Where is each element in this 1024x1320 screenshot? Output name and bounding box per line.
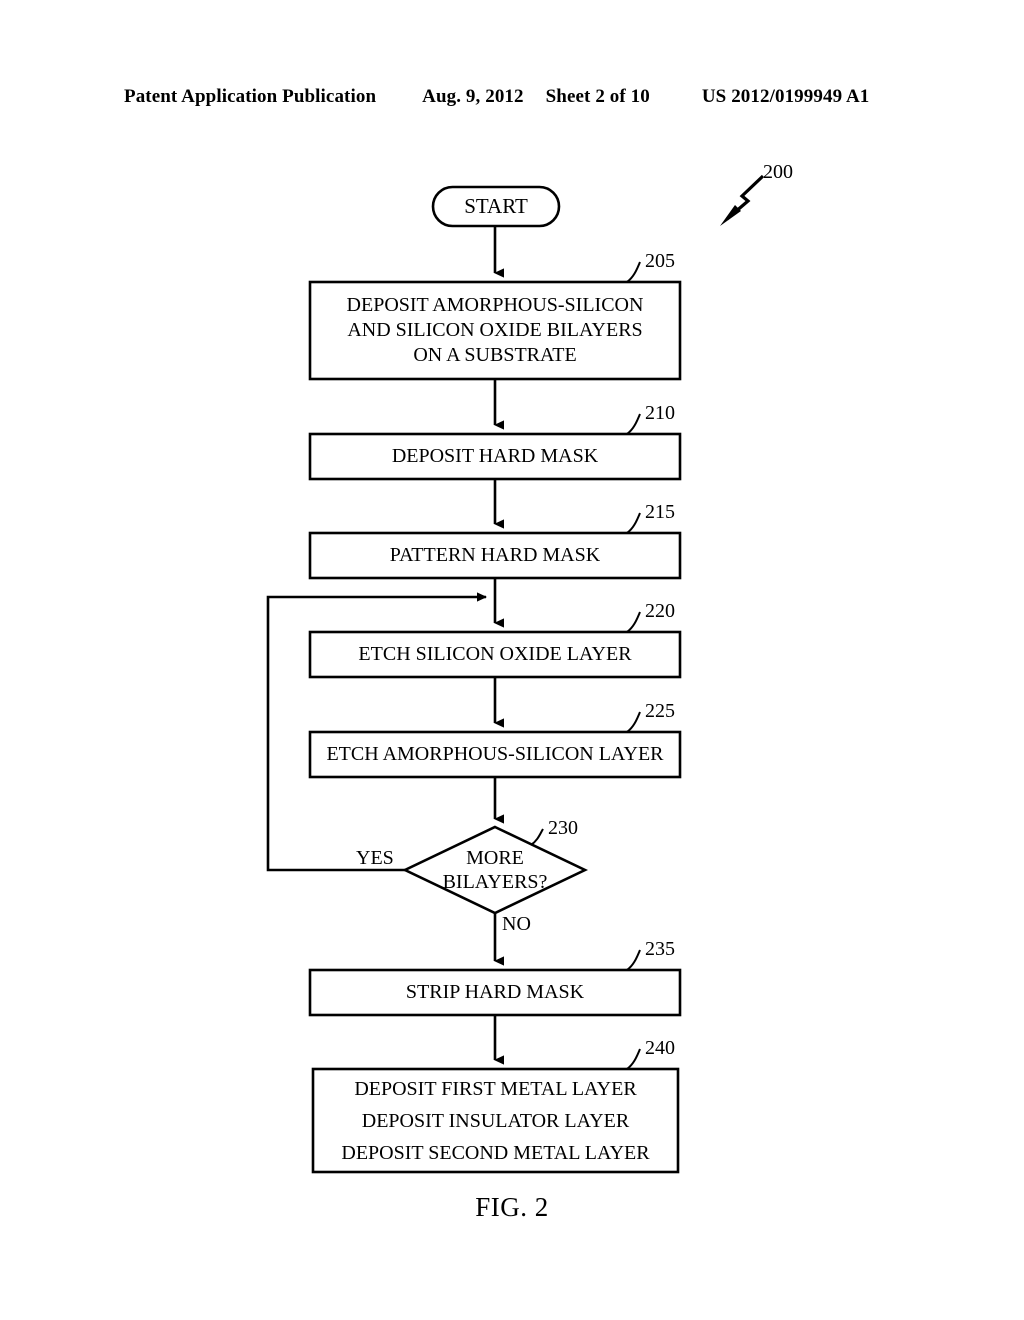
ref-number-235: 235 — [645, 938, 675, 960]
node-shape-215 — [308, 531, 682, 580]
ref-number-215: 215 — [645, 501, 675, 523]
node-shape-235 — [308, 968, 682, 1017]
node-shape-205 — [308, 280, 682, 381]
leader-line-220 — [626, 611, 641, 633]
leader-line-215 — [626, 512, 641, 534]
flowchart-figure: START DEPOSIT AMORPHOUS-SILICON AND SILI… — [0, 0, 1024, 1320]
figure-caption: FIG. 2 — [475, 1192, 549, 1222]
diagram-ref-arrowhead-icon — [720, 205, 741, 226]
node-shape-220 — [308, 630, 682, 679]
leader-line-210 — [626, 413, 641, 435]
flowchart-svg — [266, 174, 765, 1174]
branch-label-yes: YES — [356, 847, 394, 869]
ref-number-210: 210 — [645, 402, 675, 424]
leader-line-240 — [626, 1048, 641, 1070]
node-shape-240 — [311, 1067, 680, 1174]
leader-line-225 — [626, 711, 641, 733]
node-shape-210 — [308, 432, 682, 481]
leader-line-205 — [626, 261, 641, 283]
ref-number-220: 220 — [645, 600, 675, 622]
leader-line-235 — [626, 949, 641, 971]
ref-number-230: 230 — [548, 817, 578, 839]
branch-label-no: NO — [502, 913, 531, 935]
start-node-shape — [431, 185, 561, 228]
ref-number-225: 225 — [645, 700, 675, 722]
ref-number-240: 240 — [645, 1037, 675, 1059]
leader-line-230 — [530, 828, 544, 846]
diagram-ref-number: 200 — [763, 161, 793, 183]
node-shape-225 — [308, 730, 682, 779]
ref-number-205: 205 — [645, 250, 675, 272]
